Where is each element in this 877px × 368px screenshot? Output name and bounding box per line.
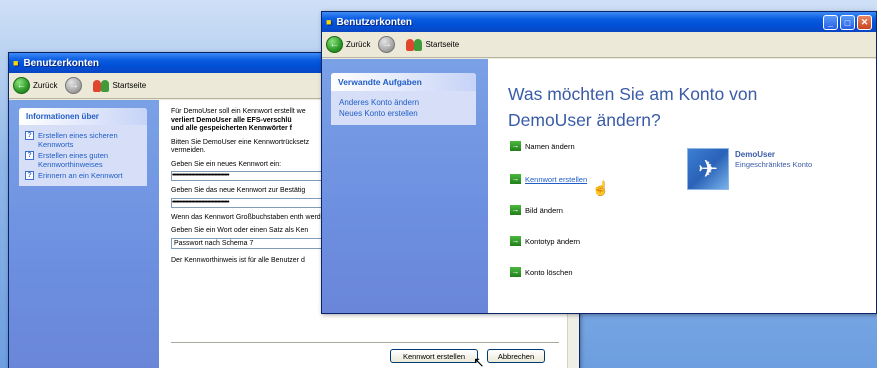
home-label: Startseite — [425, 40, 460, 49]
page-title: Was möchten Sie am Konto von DemoUser än… — [508, 84, 758, 130]
password-hint-input[interactable]: Passwort nach Schema 7 — [171, 237, 341, 249]
account-type: Eingeschränktes Konto — [735, 160, 813, 169]
related-tasks-panel: Verwandte Aufgaben Anderes Konto ändern … — [331, 73, 476, 125]
action-change-picture[interactable]: → Bild ändern — [510, 205, 563, 215]
back-button[interactable]: ← Zurück — [13, 77, 57, 94]
forward-button[interactable]: → — [378, 36, 398, 53]
confirm-password-input[interactable]: ••••••••••••••••••••••••••••••••••••••• — [171, 197, 341, 208]
green-arrow-icon: → — [510, 174, 521, 184]
back-button[interactable]: ← Zurück — [326, 36, 370, 53]
task-link-create-new-account[interactable]: Neues Konto erstellen — [339, 108, 468, 119]
toolbar: ← Zurück → Startseite — [322, 32, 876, 58]
user-accounts-icon: ■ — [326, 17, 332, 27]
front-window-benutzerkonten: ■ Benutzerkonten _ □ ✕ ← Zurück → Starts… — [321, 11, 877, 314]
account-name: DemoUser — [735, 150, 776, 159]
help-icon: ? — [25, 151, 34, 160]
action-create-password[interactable]: → Kennwort erstellen — [510, 174, 587, 184]
forward-arrow-icon: → — [65, 77, 83, 94]
forward-button[interactable]: → — [65, 77, 85, 94]
home-button[interactable]: Startseite — [406, 38, 460, 51]
back-label: Zurück — [33, 81, 58, 90]
action-change-name[interactable]: → Namen ändern — [510, 141, 575, 151]
cancel-button[interactable]: Abbrechen — [487, 349, 545, 363]
home-label: Startseite — [112, 81, 147, 90]
users-icon — [93, 79, 110, 92]
related-tasks-header: Verwandte Aufgaben — [331, 73, 476, 91]
window-title: Benutzerkonten — [23, 57, 99, 69]
info-link-good-hint[interactable]: ? Erstellen eines guten Kennworthinweises — [25, 151, 141, 169]
account-options: Was möchten Sie am Konto von DemoUser än… — [488, 59, 876, 313]
green-arrow-icon: → — [510, 205, 521, 215]
window-title: Benutzerkonten — [336, 16, 412, 28]
back-label: Zurück — [346, 40, 371, 49]
create-password-button[interactable]: Kennwort erstellen — [390, 349, 478, 363]
divider — [171, 342, 559, 343]
airplane-icon: ✈ — [687, 148, 729, 190]
caps-note: Wenn das Kennwort Großbuchstaben enth we… — [171, 213, 331, 221]
close-icon[interactable]: ✕ — [857, 15, 872, 30]
action-change-account-type[interactable]: → Kontotyp ändern — [510, 236, 580, 246]
hand-cursor-icon: ☝ — [592, 180, 610, 196]
help-icon: ? — [25, 131, 34, 140]
info-link-secure-password[interactable]: ? Erstellen eines sicheren Kennworts — [25, 131, 141, 149]
forward-arrow-icon: → — [378, 36, 396, 53]
task-pane: Verwandte Aufgaben Anderes Konto ändern … — [322, 59, 488, 313]
window-controls: _ □ ✕ — [821, 15, 872, 30]
task-pane: Informationen über ? Erstellen eines sich… — [9, 100, 159, 368]
help-icon: ? — [25, 171, 34, 180]
info-link-remember-password[interactable]: ? Erinnern an ein Kennwort — [25, 171, 141, 180]
back-arrow-icon: ← — [326, 36, 343, 53]
green-arrow-icon: → — [510, 267, 521, 277]
info-panel: Informationen über ? Erstellen eines sich… — [19, 108, 147, 186]
title-bar[interactable]: ■ Benutzerkonten — [322, 12, 876, 32]
user-accounts-icon: ■ — [13, 58, 19, 68]
info-panel-header: Informationen über — [19, 108, 147, 125]
green-arrow-icon: → — [510, 236, 521, 246]
reset-hint: Bitten Sie DemoUser eine Kennwortrückset… — [171, 138, 310, 155]
pointer-cursor-icon: ↖ — [473, 354, 485, 368]
green-arrow-icon: → — [510, 141, 521, 151]
back-arrow-icon: ← — [13, 77, 30, 94]
maximize-icon[interactable]: □ — [840, 15, 855, 30]
minimize-icon[interactable]: _ — [823, 15, 838, 30]
action-delete-account[interactable]: → Konto löschen — [510, 267, 573, 277]
task-link-change-other-account[interactable]: Anderes Konto ändern — [339, 97, 468, 108]
home-button[interactable]: Startseite — [93, 79, 147, 92]
new-password-input[interactable]: ••••••••••••••••••••••••••••••••••••••• — [171, 171, 341, 181]
users-icon — [406, 38, 423, 51]
